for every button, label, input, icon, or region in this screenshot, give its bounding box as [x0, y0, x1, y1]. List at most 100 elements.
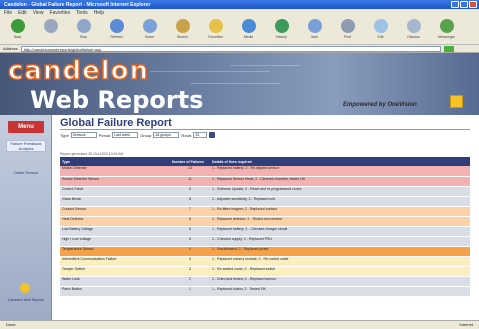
cell-type: Temperature Sensor: [60, 246, 170, 257]
toolbar-button[interactable]: Favorites: [200, 19, 231, 42]
menu-button[interactable]: Menu: [8, 121, 44, 133]
table-row[interactable]: Panic Button 1 1 - Replaced button; 2 - Te…: [60, 286, 470, 297]
column-header-type[interactable]: Type: [60, 157, 170, 166]
close-button[interactable]: [469, 1, 477, 8]
run-report-button[interactable]: [209, 132, 216, 138]
banner-streak: [150, 71, 270, 72]
cell-type: Glass Break: [60, 196, 170, 207]
table-row[interactable]: High / Low Voltage 5 1 - Checked supply; 2…: [60, 236, 470, 247]
refresh-icon: [109, 19, 124, 33]
toolbar-button[interactable]: Stop: [68, 19, 99, 42]
cell-type: Water Leak: [60, 276, 170, 287]
menu-favorites[interactable]: Favorites: [49, 10, 70, 16]
rows-select[interactable]: 25: [193, 132, 208, 138]
toolbar-button-label: Print: [343, 35, 352, 39]
table-row[interactable]: Temperature Sensor 4 1 - Recalibrated; 2 -…: [60, 246, 470, 257]
table-row[interactable]: Water Leak 2 1 - Dried and tested; 2 - Rep…: [60, 276, 470, 287]
toolbar-button[interactable]: Edit: [365, 19, 396, 42]
menu-view[interactable]: View: [33, 10, 44, 16]
table-row[interactable]: Smoke Detector Sensor 11 1 - Replaced Sens…: [60, 176, 470, 187]
cell-details: 1 - Replaced button; 2 - Tested OK: [210, 286, 470, 297]
menu-tools[interactable]: Tools: [76, 10, 88, 16]
toolbar-button[interactable]: History: [266, 19, 297, 42]
toolbar-button-label: Search: [176, 35, 189, 39]
address-input[interactable]: http://candelon/webreports/globalfailure…: [20, 45, 441, 52]
sidebar-footer: Candelon Web Reports: [7, 298, 45, 302]
cell-details: 1 - Software Update; 2 - Reset and re-pr…: [210, 186, 470, 197]
maximize-button[interactable]: [460, 1, 468, 8]
toolbar-button[interactable]: Search: [167, 19, 198, 42]
toolbar-button-label: Media: [243, 35, 254, 39]
toolbar-button[interactable]: Back: [2, 19, 33, 42]
toolbar-button[interactable]: Messenger: [431, 19, 462, 42]
toolbar-button-label: Back: [13, 35, 22, 39]
table-header-row: Type Number of Failures Details of fixes…: [60, 157, 470, 166]
cell-type: Panic Button: [60, 286, 170, 297]
cell-details: 1 - Dried and tested; 2 - Replaced senso…: [210, 276, 470, 287]
mail-icon: [307, 19, 322, 33]
cell-type: Low Battery Voltage: [60, 226, 170, 237]
window-controls: [451, 1, 477, 8]
table-row[interactable]: Glass Break 8 1 - Adjusted sensitivity; 2 …: [60, 196, 470, 207]
table-row[interactable]: Low Battery Voltage 5 1 - Replaced battery…: [60, 226, 470, 237]
column-header-failures[interactable]: Number of Failures: [170, 157, 210, 166]
toolbar-button-label: Home: [144, 35, 155, 39]
cell-failure-count: 6: [170, 216, 210, 227]
go-button[interactable]: [443, 45, 454, 52]
toolbar-button-label: Messenger: [437, 35, 456, 39]
table-row[interactable]: Control Panel 9 1 - Software Update; 2 - R…: [60, 186, 470, 197]
cell-type: Motion Detector: [60, 166, 170, 177]
toolbar-button-label: Favorites: [208, 35, 223, 39]
menu-edit[interactable]: Edit: [18, 10, 27, 16]
toolbar-button[interactable]: Media: [233, 19, 264, 42]
stop-icon: [76, 19, 91, 33]
minimize-button[interactable]: [451, 1, 459, 8]
table-row[interactable]: Intermittent Communication Failure 4 1 - R…: [60, 256, 470, 267]
toolbar-button[interactable]: Discuss: [398, 19, 429, 42]
toolbar-button[interactable]: Print: [332, 19, 363, 42]
sidebar: Menu Failure Feedback Analysis Outlet Se…: [0, 115, 52, 320]
cell-details: 1 - Replaced comms module; 2 - Re-routed…: [210, 256, 470, 267]
menu-help[interactable]: Help: [94, 10, 104, 16]
banner-tagline: Empowered by OneVision: [343, 102, 417, 108]
history-icon: [274, 19, 289, 33]
cell-failure-count: 1: [170, 286, 210, 297]
cell-failure-count: 3: [170, 266, 210, 277]
messenger-icon: [439, 19, 454, 33]
type-select[interactable]: Sensors: [70, 132, 97, 138]
cell-type: Contact Sensor: [60, 206, 170, 217]
cell-details: 1 - Replaced Sensor Head; 2 - Cleaned ch…: [210, 176, 470, 187]
toolbar-button[interactable]: Refresh: [101, 19, 132, 42]
report-filters: Type Sensors Period Last week Group All …: [60, 132, 216, 138]
menu-file[interactable]: File: [4, 10, 12, 16]
page-title: Global Failure Report: [60, 117, 172, 129]
cell-type: Heat Detector: [60, 216, 170, 227]
menu-bar: File Edit View Favorites Tools Help: [0, 9, 479, 17]
cell-details: 1 - Adjusted sensitivity; 2 - Replaced u…: [210, 196, 470, 207]
table-row[interactable]: Heat Detector 6 1 - Replaced detector; 2 -…: [60, 216, 470, 227]
cell-details: 1 - Replaced battery; 2 - Re-aligned sen…: [210, 166, 470, 177]
period-select[interactable]: Last week: [112, 132, 139, 138]
table-row[interactable]: Tamper Switch 3 1 - Re-seated cover; 2 - R…: [60, 266, 470, 277]
toolbar-button-label: Stop: [79, 35, 88, 39]
status-bar: Done Internet: [0, 320, 479, 329]
sidebar-item-outlet-search[interactable]: Outlet Search: [6, 170, 46, 175]
cell-type: High / Low Voltage: [60, 236, 170, 247]
cell-failure-count: 14: [170, 166, 210, 177]
status-text: Done: [6, 322, 16, 327]
toolbar-button[interactable]: [35, 19, 66, 42]
back-arrow-icon: [10, 19, 25, 33]
toolbar-button[interactable]: Home: [134, 19, 165, 42]
sidebar-item-failure-feedback[interactable]: Failure Feedback Analysis: [6, 140, 46, 152]
table-row[interactable]: Contact Sensor 7 1 - Re-fitted magnet; 2 -…: [60, 206, 470, 217]
candelon-logo: candelon: [7, 55, 149, 87]
edit-icon: [373, 19, 388, 33]
cell-details: 1 - Re-seated cover; 2 - Replaced switch: [210, 266, 470, 277]
group-select[interactable]: All groups: [153, 132, 180, 138]
favorites-icon: [208, 19, 223, 33]
cell-type: Tamper Switch: [60, 266, 170, 277]
toolbar-button[interactable]: Mail: [299, 19, 330, 42]
table-row[interactable]: Motion Detector 14 1 - Replaced battery; 2…: [60, 166, 470, 177]
column-header-details[interactable]: Details of fixes required: [210, 157, 470, 166]
window-title-bar: Candelon - Global Failure Report - Micro…: [0, 0, 479, 9]
